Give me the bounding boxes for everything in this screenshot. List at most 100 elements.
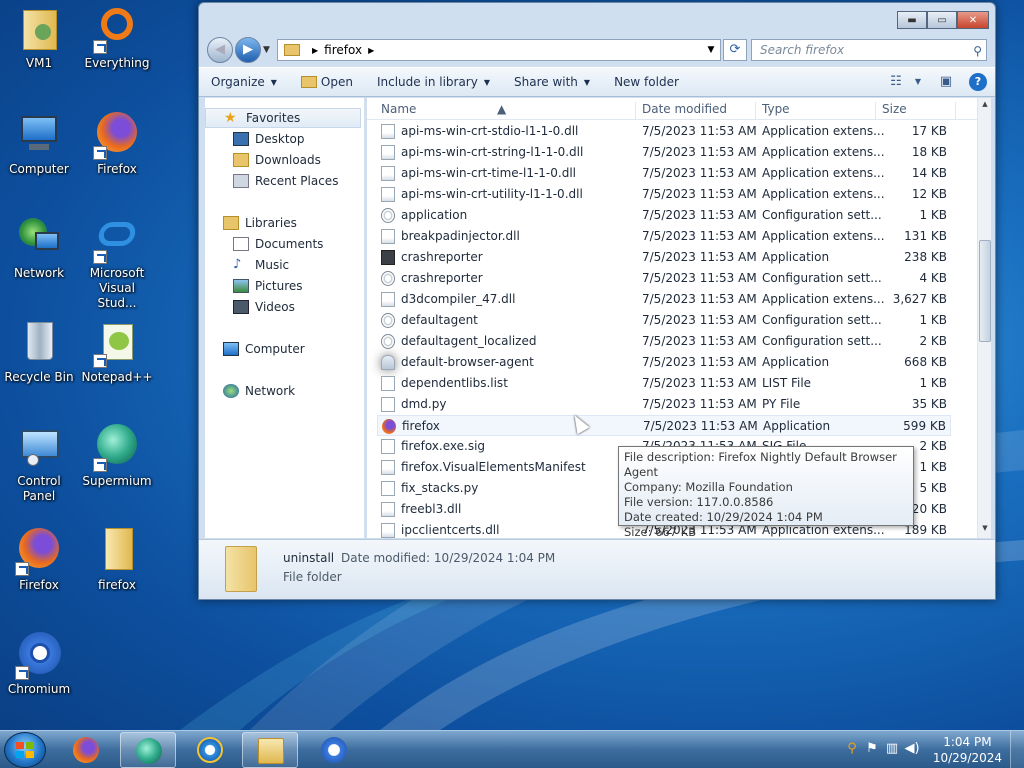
taskbar-supermium[interactable] [120, 732, 176, 768]
desktop-icon-control-panel[interactable]: Control Panel [0, 424, 78, 504]
nav-documents[interactable]: Documents [233, 234, 323, 254]
volume-icon[interactable]: ◀) [904, 741, 920, 757]
desktop-icon-firefox-2[interactable]: Firefox [0, 528, 78, 593]
title-bar[interactable]: ▬ ▭ ✕ [199, 3, 995, 35]
address-bar[interactable]: ▶ firefox ▶ [277, 39, 721, 61]
nav-recent-places[interactable]: Recent Places [233, 171, 338, 191]
nav-downloads[interactable]: Downloads [233, 150, 321, 170]
taskbar-chromium[interactable] [306, 732, 362, 768]
organize-button[interactable]: Organize ▼ [199, 75, 289, 89]
desktop-icon-supermium[interactable]: Supermium [78, 424, 156, 489]
file-row[interactable]: breakpadinjector.dll 7/5/2023 11:53 AM App… [377, 226, 951, 247]
file-row[interactable]: api-ms-win-crt-string-l1-1-0.dll 7/5/2023… [377, 142, 951, 163]
taskbar-firefox[interactable] [58, 732, 114, 768]
nav-libraries[interactable]: Libraries [223, 213, 297, 233]
help-icon[interactable]: ? [969, 73, 987, 91]
open-button[interactable]: Open [289, 75, 365, 89]
desktop-icon-everything[interactable]: Everything [78, 6, 156, 71]
taskbar-explorer[interactable] [242, 732, 298, 768]
file-row[interactable]: crashreporter 7/5/2023 11:53 AM Applicatio… [377, 247, 951, 268]
forward-button[interactable]: ▶ [235, 37, 261, 63]
file-row[interactable]: application 7/5/2023 11:53 AM Configuratio… [377, 205, 951, 226]
breadcrumb-arrow-icon[interactable]: ▶ [368, 46, 374, 55]
preview-pane-icon[interactable]: ▣ [935, 72, 957, 92]
file-row[interactable]: default-browser-agent 7/5/2023 11:53 AM Ap… [377, 352, 951, 373]
new-folder-button[interactable]: New folder [602, 75, 691, 89]
desktop-icon-chromium[interactable]: Chromium [0, 632, 78, 697]
maximize-button[interactable]: ▭ [927, 11, 957, 29]
desktop-icon-label: Computer [9, 162, 69, 176]
column-divider [755, 102, 756, 120]
desktop-icon-visual-studio[interactable]: Microsoft Visual Stud... [78, 216, 156, 311]
nav-network[interactable]: Network [223, 381, 295, 401]
open-label: Open [320, 75, 353, 89]
scroll-down-icon[interactable]: ▼ [978, 524, 991, 536]
column-date-modified[interactable]: Date modified [642, 102, 727, 116]
shortcut-arrow-icon [93, 250, 107, 264]
libraries-icon [223, 216, 239, 230]
recent-places-icon [233, 174, 249, 188]
desktop-icon-firefox-folder[interactable]: firefox [78, 528, 156, 593]
close-button[interactable]: ✕ [957, 11, 989, 29]
refresh-button[interactable]: ⟳ [723, 39, 747, 61]
file-row[interactable]: api-ms-win-crt-utility-l1-1-0.dll 7/5/202… [377, 184, 951, 205]
file-icon [381, 292, 395, 307]
scroll-thumb[interactable] [979, 240, 991, 342]
open-icon [300, 76, 317, 88]
address-dropdown[interactable]: ▼ [701, 39, 721, 61]
desktop-icon-vm1[interactable]: VM1 [0, 6, 78, 71]
nav-label: Downloads [255, 153, 321, 167]
documents-icon [233, 237, 249, 251]
taskbar-internet-explorer[interactable] [182, 732, 238, 768]
desktop-icon-label: Supermium [82, 474, 152, 488]
search-input[interactable]: Search firefox ⚲ [751, 39, 987, 61]
file-date: 7/5/2023 11:53 AM [642, 355, 757, 369]
file-row[interactable]: dependentlibs.list 7/5/2023 11:53 AM LIST … [377, 373, 951, 394]
file-row[interactable]: api-ms-win-crt-stdio-l1-1-0.dll 7/5/2023 … [377, 121, 951, 142]
column-size[interactable]: Size [882, 102, 907, 116]
computer-icon [223, 342, 239, 356]
minimize-button[interactable]: ▬ [897, 11, 927, 29]
firefox-icon [93, 112, 141, 160]
include-in-library-button[interactable]: Include in library ▼ [365, 75, 502, 89]
column-type[interactable]: Type [762, 102, 790, 116]
network-tray-icon[interactable]: ▥ [884, 741, 900, 757]
breadcrumb-firefox[interactable]: firefox [324, 43, 362, 57]
file-row[interactable]: d3dcompiler_47.dll 7/5/2023 11:53 AM Appli… [377, 289, 951, 310]
desktop-icon-notepad-plus-plus[interactable]: Notepad++ [78, 320, 156, 385]
file-row[interactable]: firefox 7/5/2023 11:53 AM Application 599 K… [377, 415, 951, 436]
back-button[interactable]: ◀ [207, 37, 233, 63]
search-tray-icon[interactable]: ⚲ [844, 741, 860, 757]
desktop-icon-computer[interactable]: Computer [0, 112, 78, 177]
recent-pages-dropdown[interactable]: ▼ [263, 45, 270, 55]
file-row[interactable]: defaultagent 7/5/2023 11:53 AM Configurati… [377, 310, 951, 331]
file-row[interactable]: defaultagent_localized 7/5/2023 11:53 AM C… [377, 331, 951, 352]
desktop-icon-network[interactable]: Network [0, 216, 78, 281]
nav-videos[interactable]: Videos [233, 297, 295, 317]
nav-computer[interactable]: Computer [223, 339, 305, 359]
nav-favorites[interactable]: ★ Favorites [205, 108, 361, 128]
nav-desktop[interactable]: Desktop [233, 129, 305, 149]
file-row[interactable]: dmd.py 7/5/2023 11:53 AM PY File 35 KB [377, 394, 951, 415]
view-dropdown-icon[interactable]: ▼ [907, 72, 929, 92]
vertical-scrollbar[interactable]: ▲ ▼ [977, 98, 991, 538]
scroll-up-icon[interactable]: ▲ [978, 100, 991, 112]
file-row[interactable]: api-ms-win-crt-time-l1-1-0.dll 7/5/2023 1… [377, 163, 951, 184]
share-with-button[interactable]: Share with ▼ [502, 75, 602, 89]
desktop-icon-firefox[interactable]: Firefox [78, 112, 156, 177]
show-desktop-button[interactable] [1010, 731, 1024, 768]
nav-pictures[interactable]: Pictures [233, 276, 303, 296]
file-row[interactable]: crashreporter 7/5/2023 11:53 AM Configurat… [377, 268, 951, 289]
change-view-icon[interactable]: ☷ [885, 72, 907, 92]
tooltip-line: Company: Mozilla Foundation [624, 480, 793, 494]
desktop-icon-recycle-bin[interactable]: Recycle Bin [0, 320, 78, 385]
shortcut-arrow-icon [93, 40, 107, 54]
breadcrumb-arrow-icon[interactable]: ▶ [312, 46, 318, 55]
file-type: Configuration sett... [762, 334, 882, 348]
file-name: crashreporter [401, 250, 483, 264]
action-center-flag-icon[interactable]: ⚑ [864, 741, 880, 757]
column-name[interactable]: Name [381, 102, 416, 116]
nav-music[interactable]: ♪ Music [233, 255, 289, 275]
start-button[interactable] [4, 732, 46, 768]
clock[interactable]: 1:04 PM 10/29/2024 [933, 734, 1002, 766]
